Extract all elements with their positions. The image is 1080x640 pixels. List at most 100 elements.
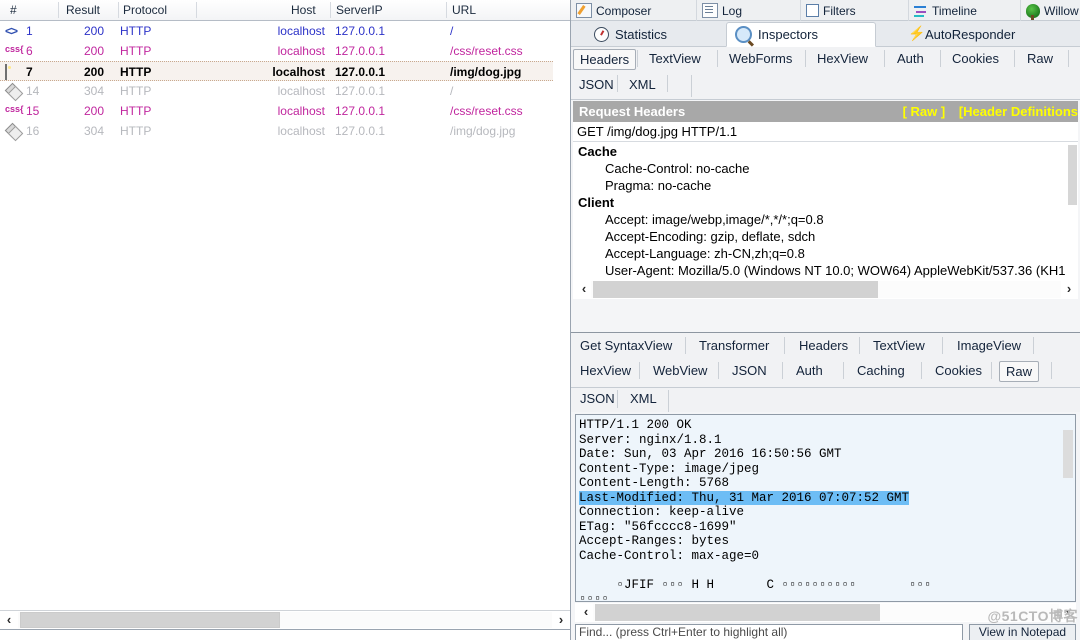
tab-label: Filters — [823, 3, 856, 18]
request-headers-tree[interactable]: Cache Cache-Control: no-cache Pragma: no-c… — [573, 143, 1078, 299]
tab-hexview[interactable]: HexView — [574, 361, 637, 382]
tab-textview[interactable]: TextView — [867, 336, 931, 357]
response-line: Connection: keep-alive — [579, 505, 745, 519]
header-item[interactable]: Accept: image/webp,image/*,*/*;q=0.8 — [573, 211, 1078, 228]
tab-label: Composer — [596, 3, 652, 18]
header-item[interactable]: Accept-Encoding: gzip, deflate, sdch — [573, 228, 1078, 245]
tab-caching[interactable]: Caching — [851, 361, 911, 382]
tab-transformer[interactable]: Transformer — [693, 336, 775, 357]
table-row[interactable]: <> 1 200 HTTP localhost 127.0.0.1/ — [0, 21, 553, 41]
fiddler-window: # Result Protocol Host ServerIP URL <> 1 2… — [0, 0, 1080, 640]
header-definitions-link[interactable]: [Header Definitions — [959, 104, 1078, 119]
response-raw-body[interactable]: HTTP/1.1 200 OK Server: nginx/1.8.1 Date: … — [575, 414, 1076, 602]
header-group-cache[interactable]: Cache — [573, 143, 1078, 160]
tab-raw[interactable]: Raw — [999, 361, 1040, 382]
scrollbar-thumb[interactable] — [1068, 145, 1077, 205]
header-item[interactable]: Cache-Control: no-cache — [573, 160, 1078, 177]
scrollbar-thumb[interactable] — [595, 604, 880, 621]
tab-get-syntaxview[interactable]: Get SyntaxView — [574, 336, 678, 357]
view-in-notepad-button[interactable]: View in Notepad — [969, 624, 1076, 640]
cell-url: /css/reset.css — [450, 104, 523, 118]
header-item[interactable]: Pragma: no-cache — [573, 177, 1078, 194]
cell-protocol: HTTP — [120, 124, 152, 138]
tab-inspectors[interactable]: Inspectors — [726, 22, 876, 47]
response-inspector-tabs: Get SyntaxView Transformer Headers TextView… — [571, 332, 1080, 388]
scrollbar-thumb[interactable] — [20, 612, 280, 628]
tab-webview[interactable]: WebView — [647, 361, 713, 382]
tab-webforms[interactable]: WebForms — [723, 49, 798, 70]
column-divider[interactable] — [446, 2, 447, 18]
header-item[interactable]: Accept-Language: zh-CN,zh;q=0.8 — [573, 245, 1078, 262]
tab-cookies[interactable]: Cookies — [929, 361, 988, 382]
scrollbar-thumb[interactable] — [593, 281, 878, 298]
statistics-icon — [594, 27, 609, 42]
scroll-right-arrow-icon[interactable]: › — [552, 611, 570, 629]
tab-raw[interactable]: Raw — [1021, 49, 1059, 70]
column-header-serverip[interactable]: ServerIP — [336, 3, 383, 17]
tab-filters[interactable]: Filters — [801, 0, 909, 21]
table-row[interactable]: 16 304 HTTP localhost 127.0.0.1/img/dog.jpg — [0, 121, 553, 141]
tab-autoresponder[interactable]: AutoResponder — [901, 22, 1071, 47]
tab-auth[interactable]: Auth — [790, 361, 829, 382]
tab-json[interactable]: JSON — [726, 361, 773, 382]
scroll-left-arrow-icon[interactable]: ‹ — [575, 280, 593, 298]
request-headers-horizontal-scrollbar[interactable]: ‹ › — [573, 280, 1078, 299]
request-headers-vertical-scrollbar[interactable] — [1068, 143, 1078, 273]
column-divider[interactable] — [118, 2, 119, 18]
find-input[interactable]: Find... (press Ctrl+Enter to highlight a… — [575, 624, 963, 640]
column-header-url[interactable]: URL — [452, 3, 476, 17]
sessions-pane: # Result Protocol Host ServerIP URL <> 1 2… — [0, 0, 571, 640]
table-row[interactable]: css{15 200 HTTP localhost 127.0.0.1/css/rese… — [0, 101, 553, 121]
column-header-protocol[interactable]: Protocol — [123, 3, 167, 17]
tab-statistics[interactable]: Statistics — [586, 22, 726, 47]
tab-headers[interactable]: Headers — [793, 336, 854, 357]
tab-hexview[interactable]: HexView — [811, 49, 874, 70]
column-header-host[interactable]: Host — [291, 3, 316, 17]
secondary-tab-strip: Statistics Inspectors AutoResponder — [571, 21, 1080, 47]
scroll-left-arrow-icon[interactable]: ‹ — [577, 603, 595, 621]
tab-log[interactable]: Log — [697, 0, 801, 21]
response-vertical-scrollbar[interactable] — [1063, 416, 1074, 566]
tab-willow[interactable]: Willow — [1021, 0, 1080, 21]
tab-xml[interactable]: XML — [623, 75, 662, 96]
column-header-num[interactable]: # — [10, 3, 17, 17]
scroll-right-arrow-icon[interactable]: › — [1060, 280, 1078, 298]
scroll-left-arrow-icon[interactable]: ‹ — [0, 611, 18, 629]
inspectors-icon — [735, 26, 752, 43]
raw-link[interactable]: [ Raw ] — [903, 104, 946, 119]
tab-imageview[interactable]: ImageView — [951, 336, 1027, 357]
tab-json[interactable]: JSON — [573, 75, 620, 96]
scrollbar-thumb[interactable] — [1063, 430, 1073, 478]
tab-label: Inspectors — [758, 27, 818, 42]
tab-headers[interactable]: Headers — [573, 49, 637, 70]
css-file-icon: css{ — [5, 104, 24, 114]
request-headers-title-text: Request Headers — [579, 104, 686, 119]
tab-cookies[interactable]: Cookies — [946, 49, 1005, 70]
tab-auth[interactable]: Auth — [891, 49, 930, 70]
find-bar: Find... (press Ctrl+Enter to highlight a… — [575, 624, 1076, 640]
column-header-result[interactable]: Result — [66, 3, 100, 17]
sessions-horizontal-scrollbar[interactable]: ‹ › — [0, 610, 570, 628]
column-divider[interactable] — [330, 2, 331, 18]
response-line: Server: nginx/1.8.1 — [579, 432, 722, 447]
header-item[interactable]: User-Agent: Mozilla/5.0 (Windows NT 10.0… — [573, 262, 1078, 279]
table-row[interactable]: css{6 200 HTTP localhost 127.0.0.1/css/reset… — [0, 41, 553, 61]
table-row[interactable]: 7 200 HTTP localhost 127.0.0.1/img/dog.jpg — [0, 61, 553, 81]
column-divider[interactable] — [58, 2, 59, 18]
tab-json[interactable]: JSON — [574, 389, 621, 410]
response-line: Cache-Control: max-age=0 — [579, 548, 760, 563]
main-tab-strip: Composer Log Filters Timeline Willow — [571, 0, 1080, 21]
tab-composer[interactable]: Composer — [571, 0, 697, 21]
tab-timeline[interactable]: Timeline — [909, 0, 1021, 21]
cell-result: 304 — [83, 124, 104, 138]
header-group-client[interactable]: Client — [573, 194, 1078, 211]
table-row[interactable]: 14 304 HTTP localhost 127.0.0.1/ — [0, 81, 553, 101]
watermark-text: @51CTO博客 — [987, 608, 1078, 624]
sessions-list[interactable]: <> 1 200 HTTP localhost 127.0.0.1/css{6 200 HTT… — [0, 21, 553, 605]
column-divider[interactable] — [196, 2, 197, 18]
tab-textview[interactable]: TextView — [643, 49, 707, 70]
tab-xml[interactable]: XML — [624, 389, 663, 410]
css-file-icon: css{ — [5, 44, 24, 54]
request-inspector-tabs: Headers TextView WebForms HexView Auth Cookie… — [571, 47, 1080, 100]
composer-icon — [576, 3, 592, 18]
